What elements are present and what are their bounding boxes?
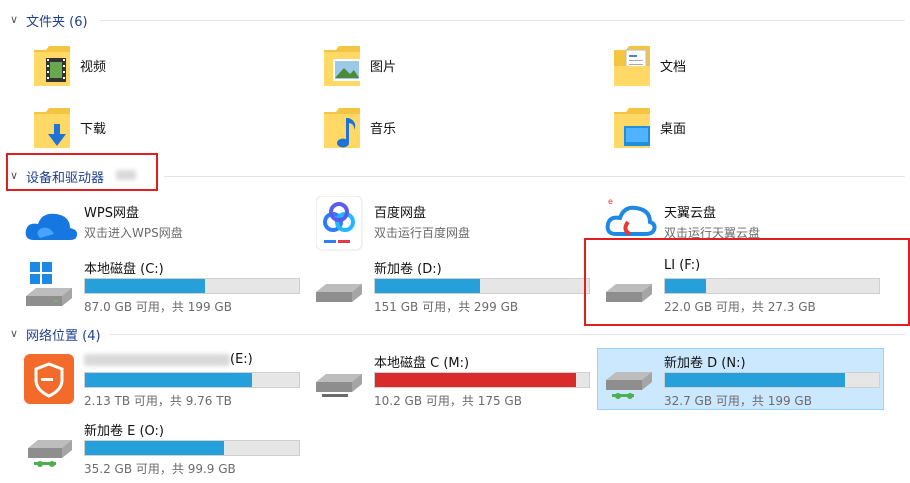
folder-item-music[interactable]: 音乐 (322, 102, 562, 154)
app-subtitle: 双击进入WPS网盘 (84, 226, 183, 240)
drive-tile-d[interactable]: 新加卷 (D:) 151 GB 可用，共 299 GB (312, 256, 602, 314)
video-folder-icon (34, 46, 70, 86)
highlight-box-devices-header (6, 153, 158, 191)
app-tile-baidu[interactable]: 百度网盘 双击运行百度网盘 (316, 196, 606, 254)
app-subtitle: 双击运行百度网盘 (374, 226, 471, 240)
drive-name: (E:) (230, 352, 253, 367)
network-shield-app-icon (24, 354, 74, 404)
drive-name: 本地磁盘 C (M:) (374, 356, 470, 371)
app-name: 百度网盘 (374, 206, 427, 221)
folder-item-desktop[interactable]: 桌面 (612, 102, 852, 154)
section-divider (100, 20, 905, 21)
drive-usage-bar (374, 278, 590, 294)
drive-name: 新加卷 D (N:) (664, 356, 746, 371)
network-tile-o[interactable]: 新加卷 E (O:) 35.2 GB 可用，共 99.9 GB (24, 418, 314, 476)
baidu-netdisk-icon (316, 196, 363, 251)
folders-section-header[interactable]: ∨ 文件夹 (6) (0, 10, 910, 30)
folder-label: 视频 (80, 60, 107, 75)
drive-capacity: 35.2 GB 可用，共 99.9 GB (84, 462, 236, 476)
app-tile-wps[interactable]: WPS网盘 双击进入WPS网盘 (24, 200, 314, 258)
drive-tile-c[interactable]: 本地磁盘 (C:) 87.0 GB 可用，共 199 GB (24, 256, 314, 314)
drive-usage-bar (84, 278, 300, 294)
section-divider (164, 176, 905, 177)
folder-label: 桌面 (660, 122, 687, 137)
drive-capacity: 87.0 GB 可用，共 199 GB (84, 300, 232, 314)
drive-usage-bar (84, 440, 300, 456)
app-name: 天翼云盘 (664, 206, 717, 221)
folder-item-downloads[interactable]: 下载 (32, 102, 272, 154)
network-tile-e[interactable]: (E:) 2.13 TB 可用，共 9.76 TB (24, 350, 314, 408)
folder-item-documents[interactable]: 文档 (612, 40, 852, 92)
drive-capacity: 2.13 TB 可用，共 9.76 TB (84, 394, 232, 408)
network-tile-m[interactable]: 本地磁盘 C (M:) 10.2 GB 可用，共 175 GB (312, 350, 602, 408)
drive-usage-fill (85, 279, 205, 293)
drive-capacity: 151 GB 可用，共 299 GB (374, 300, 519, 314)
folder-label: 图片 (370, 60, 397, 75)
folder-label: 文档 (660, 60, 687, 75)
folder-label: 音乐 (370, 122, 397, 137)
network-drive-icon (606, 372, 652, 399)
network-tile-n[interactable]: 新加卷 D (N:) 32.7 GB 可用，共 199 GB (602, 350, 892, 408)
app-name: WPS网盘 (84, 206, 139, 221)
desktop-folder-icon (614, 108, 650, 148)
folder-label: 下载 (80, 122, 107, 137)
section-title-network: 网络位置 (4) (26, 329, 101, 344)
drive-capacity: 32.7 GB 可用，共 199 GB (664, 394, 812, 408)
network-drive-icon (28, 440, 72, 467)
drive-name: 新加卷 (D:) (374, 262, 442, 277)
drive-usage-bar (664, 372, 880, 388)
svg-text:e: e (608, 197, 613, 206)
chevron-down-icon[interactable]: ∨ (10, 13, 18, 26)
drive-name: 新加卷 E (O:) (84, 424, 165, 439)
pictures-folder-icon (324, 46, 361, 86)
wps-cloud-icon (25, 213, 78, 240)
highlight-box-drive-f (584, 238, 910, 326)
chevron-down-icon[interactable]: ∨ (10, 327, 18, 340)
drive-capacity: 10.2 GB 可用，共 175 GB (374, 394, 522, 408)
drive-usage-fill (85, 373, 252, 387)
section-divider (110, 334, 905, 335)
drive-usage-fill (375, 373, 577, 387)
folder-item-pictures[interactable]: 图片 (322, 40, 562, 92)
section-title-folders: 文件夹 (6) (26, 15, 88, 30)
drive-usage-fill (375, 279, 480, 293)
redacted-drive-label (84, 354, 230, 366)
network-section-header[interactable]: ∨ 网络位置 (4) (0, 324, 910, 344)
drive-usage-fill (665, 373, 845, 387)
music-folder-icon (324, 108, 360, 148)
folder-item-videos[interactable]: 视频 (32, 40, 272, 92)
downloads-folder-icon (34, 108, 70, 148)
drive-usage-bar (84, 372, 300, 388)
drive-name: 本地磁盘 (C:) (84, 262, 164, 277)
documents-folder-icon (614, 46, 650, 86)
drive-usage-bar (374, 372, 590, 388)
windows-drive-icon (26, 262, 72, 306)
drive-usage-fill (85, 441, 225, 455)
network-drive-icon (316, 374, 362, 397)
hard-drive-icon (316, 284, 362, 302)
